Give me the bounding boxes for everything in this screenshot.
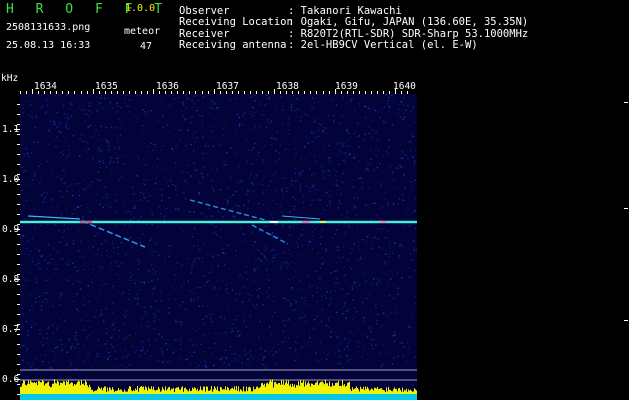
meteor-counter-label: meteor: [124, 26, 161, 37]
x-tick-label: 1640: [393, 81, 416, 92]
info-label-location: Receiving Location: [179, 16, 293, 28]
noise-field: [20, 94, 417, 370]
info-value-location: : Ogaki, Gifu, JAPAN (136.60E, 35.35N): [288, 16, 529, 28]
meteor-counter-value: 47: [140, 41, 153, 52]
right-edge-marker: [624, 208, 628, 209]
spectrogram: [20, 94, 417, 400]
meteor-trace: [27, 215, 81, 220]
y-axis-unit: kHz: [1, 73, 19, 84]
signal-strength-bars: [20, 379, 417, 400]
info-label-antenna: Receiving antenna: [179, 39, 287, 51]
file-name: 2508131633.png: [6, 22, 91, 33]
right-edge-marker: [624, 102, 628, 103]
info-value-observer: : Takanori Kawachi: [288, 5, 402, 17]
info-value-antenna: : 2el-HB9CV Vertical (el. E-W): [288, 39, 478, 51]
capture-datetime: 25.08.13 16:33: [6, 40, 91, 51]
info-value-receiver: : R820T2(RTL-SDR) SDR-Sharp 53.1000MHz: [288, 28, 529, 40]
meteor-trace: [81, 220, 146, 248]
info-label-receiver: Receiver: [179, 28, 230, 40]
spectrogram-canvas: [20, 94, 417, 400]
info-label-observer: Observer: [179, 5, 230, 17]
right-edge-marker: [624, 320, 628, 321]
meteor-trace: [251, 224, 289, 245]
app-version: 1.0.0: [125, 3, 156, 14]
